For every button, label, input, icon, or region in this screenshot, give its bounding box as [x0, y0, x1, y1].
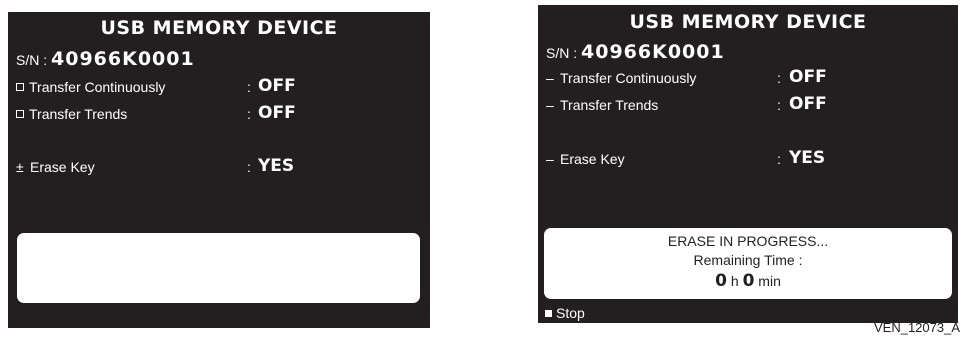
setting-value: OFF	[789, 67, 827, 87]
menu-item-label: Erase Key	[560, 151, 625, 167]
menu-item-label: Transfer Continuously	[560, 70, 697, 86]
stop-label: Stop	[556, 305, 585, 321]
menu-item-erase-key[interactable]: ± Erase Key : YES	[16, 156, 416, 176]
colon-separator: :	[777, 97, 781, 113]
erase-progress-box: ERASE IN PROGRESS... Remaining Time : 0 …	[544, 228, 952, 299]
colon-separator: :	[777, 151, 781, 167]
serial-number-value: 40966K0001	[581, 41, 725, 63]
menu-item-erase-key[interactable]: – Erase Key : YES	[546, 148, 946, 168]
setting-value: OFF	[789, 94, 827, 114]
setting-value: OFF	[258, 76, 296, 96]
setting-value: YES	[789, 148, 826, 168]
colon-separator: :	[777, 70, 781, 86]
colon-separator: :	[247, 79, 251, 95]
screen-title: USB MEMORY DEVICE	[629, 11, 867, 33]
menu-item-transfer-continuously[interactable]: Transfer Continuously : OFF	[16, 76, 416, 96]
serial-number: S/N : 40966K0001	[16, 48, 195, 70]
hours-value: 0	[715, 271, 727, 291]
colon-separator: :	[247, 159, 251, 175]
remaining-time-label: Remaining Time :	[693, 252, 803, 268]
serial-number: S/N : 40966K0001	[546, 41, 725, 63]
dash-icon: –	[546, 151, 554, 167]
setting-value: OFF	[258, 103, 296, 123]
dash-icon: –	[546, 97, 554, 113]
menu-item-transfer-trends[interactable]: Transfer Trends : OFF	[16, 103, 416, 123]
checkbox-icon[interactable]	[16, 110, 24, 118]
menu-item-transfer-trends[interactable]: – Transfer Trends : OFF	[546, 94, 946, 114]
menu-item-label: Transfer Continuously	[29, 79, 166, 95]
menu-item-transfer-continuously[interactable]: – Transfer Continuously : OFF	[546, 67, 946, 87]
colon-separator: :	[247, 106, 251, 122]
minutes-value: 0	[742, 271, 755, 291]
minutes-unit: min	[758, 273, 781, 289]
stop-button[interactable]: Stop	[545, 305, 585, 321]
usb-device-screen-left: USB MEMORY DEVICE S/N : 40966K0001 Trans…	[8, 12, 430, 328]
checkbox-icon[interactable]	[16, 83, 24, 91]
serial-number-label: S/N :	[16, 52, 52, 68]
menu-item-label: Erase Key	[30, 159, 95, 175]
menu-item-label: Transfer Trends	[29, 106, 128, 122]
plus-minus-icon: ±	[16, 159, 24, 175]
hours-unit: h	[730, 273, 739, 289]
setting-value: YES	[258, 156, 295, 176]
screen-title: USB MEMORY DEVICE	[100, 17, 338, 39]
message-box	[17, 233, 420, 303]
dash-icon: –	[546, 70, 554, 86]
usb-device-screen-right: USB MEMORY DEVICE S/N : 40966K0001 – Tran…	[538, 5, 958, 323]
menu-item-label: Transfer Trends	[560, 97, 659, 113]
serial-number-label: S/N :	[546, 45, 582, 61]
stop-square-icon	[545, 310, 552, 317]
serial-number-value: 40966K0001	[51, 48, 195, 70]
figure-id: VEN_12073_A	[873, 320, 960, 335]
remaining-time-value: 0 h 0 min	[544, 271, 952, 291]
erase-status-text: ERASE IN PROGRESS...	[667, 233, 829, 249]
